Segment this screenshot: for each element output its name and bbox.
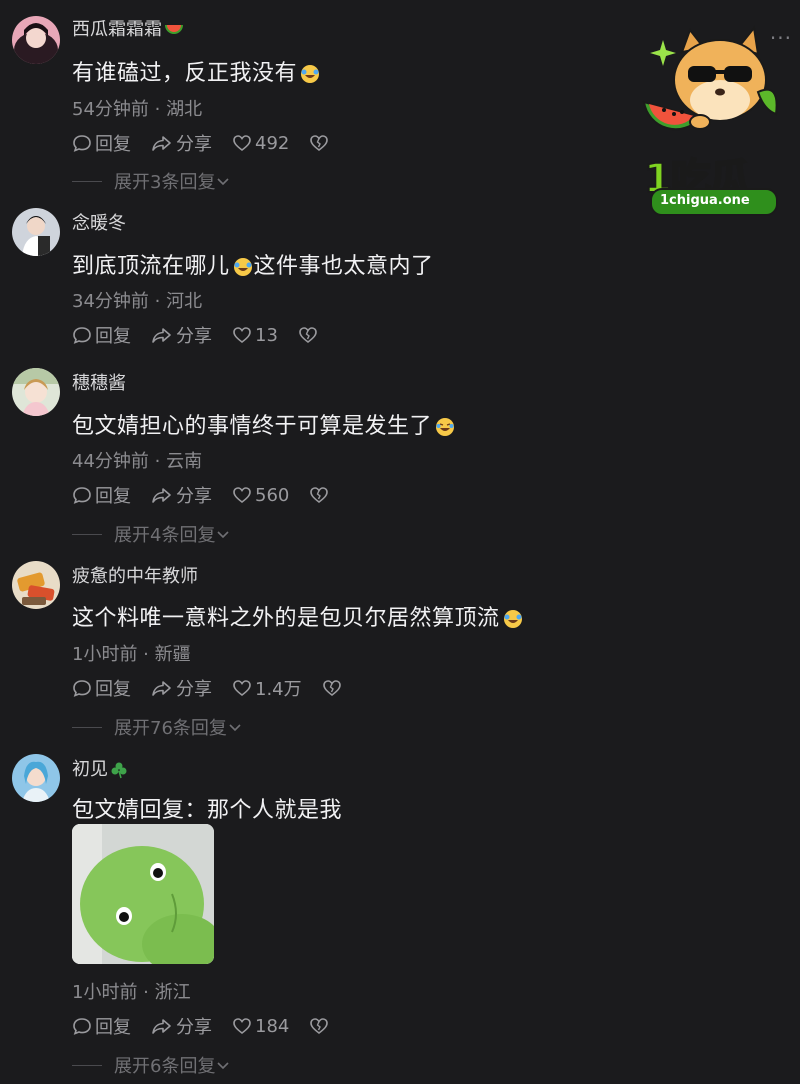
username[interactable]: 西瓜霜霜霜 (72, 15, 184, 41)
comment-meta: 54分钟前 · 湖北 (72, 99, 203, 120)
chevron-down-icon (217, 531, 230, 539)
broken-heart-icon (310, 487, 329, 504)
more-options-icon[interactable]: ··· (770, 26, 792, 50)
divider (72, 180, 102, 182)
reply-button[interactable]: 回复 (72, 675, 131, 701)
divider (72, 726, 102, 728)
avatar[interactable] (12, 368, 60, 416)
dislike-button[interactable] (309, 1016, 332, 1036)
broken-heart-icon (310, 1018, 329, 1035)
expand-replies-button[interactable]: 展开4条回复 (72, 522, 231, 546)
like-button[interactable]: 13 (232, 325, 278, 346)
avatar[interactable] (12, 754, 60, 802)
like-button[interactable]: 1.4万 (232, 675, 302, 701)
heart-icon (233, 487, 251, 504)
comment-bubble-icon (73, 487, 91, 504)
divider (72, 1064, 102, 1066)
laughing-tears-emoji-icon (233, 258, 252, 276)
expand-replies-button[interactable]: 展开3条回复 (72, 169, 231, 193)
share-arrow-icon (152, 1019, 171, 1034)
like-button[interactable]: 560 (232, 485, 289, 506)
share-arrow-icon (152, 488, 171, 503)
share-arrow-icon (152, 136, 171, 151)
chevron-down-icon (229, 724, 241, 732)
comment-text: 包文婧回复：那个人就是我 (72, 798, 343, 823)
avatar[interactable] (12, 208, 60, 256)
chevron-down-icon (217, 178, 230, 186)
dislike-button[interactable] (322, 678, 345, 698)
comment-actions: 回复 分享 492 (72, 130, 352, 156)
heart-icon (233, 327, 251, 344)
comment-text: 到底顶流在哪儿 这件事也太意内了 (72, 254, 434, 279)
avatar[interactable] (12, 561, 60, 609)
comment-meta: 34分钟前 · 河北 (72, 291, 203, 312)
expand-replies-button[interactable]: 展开76条回复 (72, 715, 243, 739)
share-button[interactable]: 分享 (151, 675, 212, 701)
share-button[interactable]: 分享 (151, 130, 212, 156)
username[interactable]: 穗穗酱 (72, 369, 126, 395)
avatar[interactable] (12, 16, 60, 64)
comment-actions: 回复 分享 1.4万 (72, 675, 365, 701)
grinning-sweat-emoji-icon (436, 418, 455, 436)
dislike-button[interactable] (309, 133, 332, 153)
divider (72, 533, 102, 535)
share-button[interactable]: 分享 (151, 1013, 212, 1039)
comment-actions: 回复 分享 560 (72, 482, 352, 508)
laughing-tears-emoji-icon (301, 65, 320, 83)
broken-heart-icon (310, 135, 329, 152)
comment-bubble-icon (73, 1018, 91, 1035)
username[interactable]: 念暖冬 (72, 209, 126, 235)
green-frog-plush-image (72, 824, 214, 964)
reply-button[interactable]: 回复 (72, 482, 131, 508)
watermelon-icon (165, 25, 183, 34)
username[interactable]: 初见 (72, 755, 128, 781)
comment-actions: 回复 分享 13 (72, 322, 341, 348)
heart-icon (233, 680, 251, 697)
broken-heart-icon (299, 327, 317, 344)
comment-text: 有谁磕过，反正我没有 (72, 55, 321, 87)
comment-bubble-icon (73, 135, 91, 152)
heart-icon (233, 135, 251, 152)
chevron-down-icon (217, 1062, 230, 1070)
reply-button[interactable]: 回复 (72, 130, 131, 156)
share-button[interactable]: 分享 (151, 322, 212, 348)
share-arrow-icon (152, 328, 171, 343)
comment-meta: 1小时前 · 浙江 (72, 982, 191, 1003)
share-button[interactable]: 分享 (151, 482, 212, 508)
like-button[interactable]: 492 (232, 133, 289, 154)
broken-heart-icon (322, 680, 341, 697)
comment-meta: 44分钟前 · 云南 (72, 451, 203, 472)
dislike-button[interactable] (309, 485, 332, 505)
reply-button[interactable]: 回复 (72, 322, 131, 348)
comment-actions: 回复 分享 184 (72, 1013, 352, 1039)
site-logo: 1吃瓜 1chigua.one (630, 22, 790, 216)
like-button[interactable]: 184 (232, 1016, 289, 1037)
logo-url: 1chigua.one (660, 193, 750, 208)
comment-image[interactable] (72, 824, 214, 964)
comment-meta: 1小时前 · 新疆 (72, 644, 191, 665)
share-arrow-icon (152, 681, 171, 696)
shamrock-icon (111, 762, 127, 779)
comment-bubble-icon (73, 680, 91, 697)
comment-text: 包文婧担心的事情终于可算是发生了 (72, 408, 456, 440)
username[interactable]: 疲惫的中年教师 (72, 562, 198, 588)
hamster-mascot-icon (642, 25, 778, 131)
dislike-button[interactable] (298, 325, 321, 345)
comment-bubble-icon (73, 327, 91, 344)
comment-text: 这个料唯一意料之外的是包贝尔居然算顶流 (72, 600, 524, 632)
reply-button[interactable]: 回复 (72, 1013, 131, 1039)
expand-replies-button[interactable]: 展开6条回复 (72, 1053, 231, 1077)
laughing-tears-emoji-icon (503, 610, 522, 628)
heart-icon (233, 1018, 251, 1035)
